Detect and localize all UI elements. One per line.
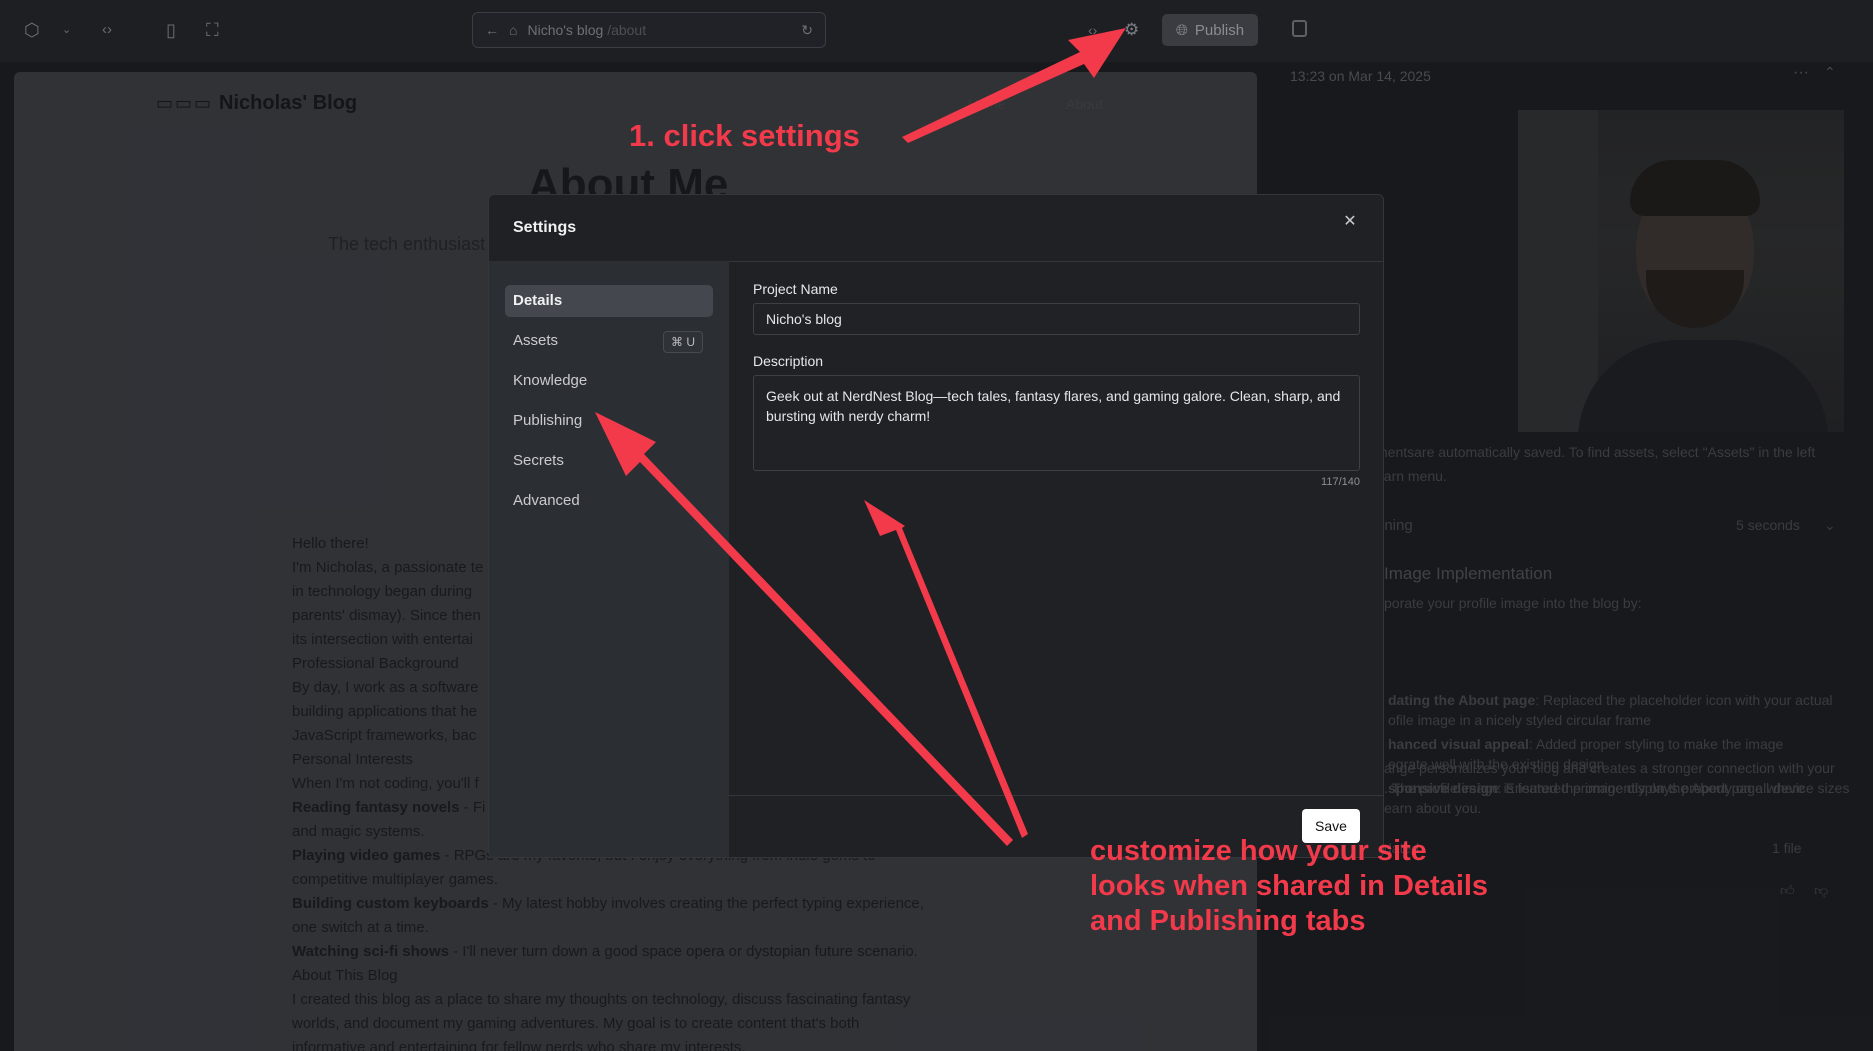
details-panel: Project Name Nicho's blog Description Ge… [729,261,1383,791]
settings-tab-label: Secrets [513,452,564,469]
url-path: /about [607,22,647,38]
settings-tab-label: Publishing [513,412,583,429]
settings-tab-label: Knowledge [513,372,588,389]
settings-tab-publishing[interactable]: Publishing [505,405,713,437]
settings-sidebar: Details Assets ⌘ U Knowledge Publishing Secre… [489,261,729,857]
project-name-input[interactable]: Nicho's blog [753,303,1360,335]
settings-tab-advanced[interactable]: Advanced [505,485,713,517]
description-label: Description [753,353,824,369]
modal-header: Settings ✕ [489,195,1383,262]
modal-title: Settings [513,219,577,236]
project-name-label: Project Name [753,281,838,297]
mobile-view-icon[interactable]: ▯ [166,20,176,40]
char-counter: 117/140 [1321,476,1360,488]
settings-tab-assets[interactable]: Assets ⌘ U [505,325,713,357]
annotation-step1: 1. click settings [629,118,860,153]
code-toggle-icon[interactable]: ‹› [1088,20,1097,40]
settings-tab-label: Assets [513,332,559,349]
top-toolbar: ⬡ ⌄ ‹› ▯ ⛶ ← ⌂ Nicho's blog /about ↻ ‹› … [0,0,1873,62]
description-textarea[interactable]: Geek out at NerdNest Blog—tech tales, fa… [753,375,1360,471]
settings-tab-label: Details [513,292,563,309]
cube-icon[interactable]: ⬡ [24,20,40,40]
code-icon[interactable]: ‹› [102,20,112,40]
publish-label: Publish [1194,21,1245,39]
settings-tab-details[interactable]: Details [505,285,713,317]
close-icon[interactable]: ✕ [1339,211,1361,233]
settings-tab-knowledge[interactable]: Knowledge [505,365,713,397]
settings-tab-label: Advanced [513,492,580,509]
annotation-line: customize how your site [1090,835,1427,867]
annotation-line: and Publishing tabs [1090,905,1366,937]
url-text: Nicho's blog [527,22,604,38]
publish-button[interactable]: 🌐︎ Publish [1162,14,1258,46]
panel-toggle-icon[interactable] [1292,20,1307,37]
home-icon[interactable]: ⌂ [509,22,517,38]
chevron-down-icon[interactable]: ⌄ [62,20,71,40]
settings-modal: Settings ✕ Details Assets ⌘ U Knowledge Publ… [488,194,1384,858]
url-bar[interactable]: ← ⌂ Nicho's blog /about ↻ [472,12,826,48]
keyboard-shortcut: ⌘ U [663,331,703,353]
settings-tab-secrets[interactable]: Secrets [505,445,713,477]
back-arrow-icon[interactable]: ← [485,22,499,38]
globe-icon: 🌐︎ [1175,21,1188,39]
gear-icon[interactable]: ⚙ [1124,20,1139,40]
annotation-step2: customize how your site looks when share… [1090,834,1488,939]
fullscreen-icon[interactable]: ⛶ [206,20,219,40]
reload-icon[interactable]: ↻ [801,22,813,39]
annotation-line: looks when shared in Details [1090,870,1489,902]
